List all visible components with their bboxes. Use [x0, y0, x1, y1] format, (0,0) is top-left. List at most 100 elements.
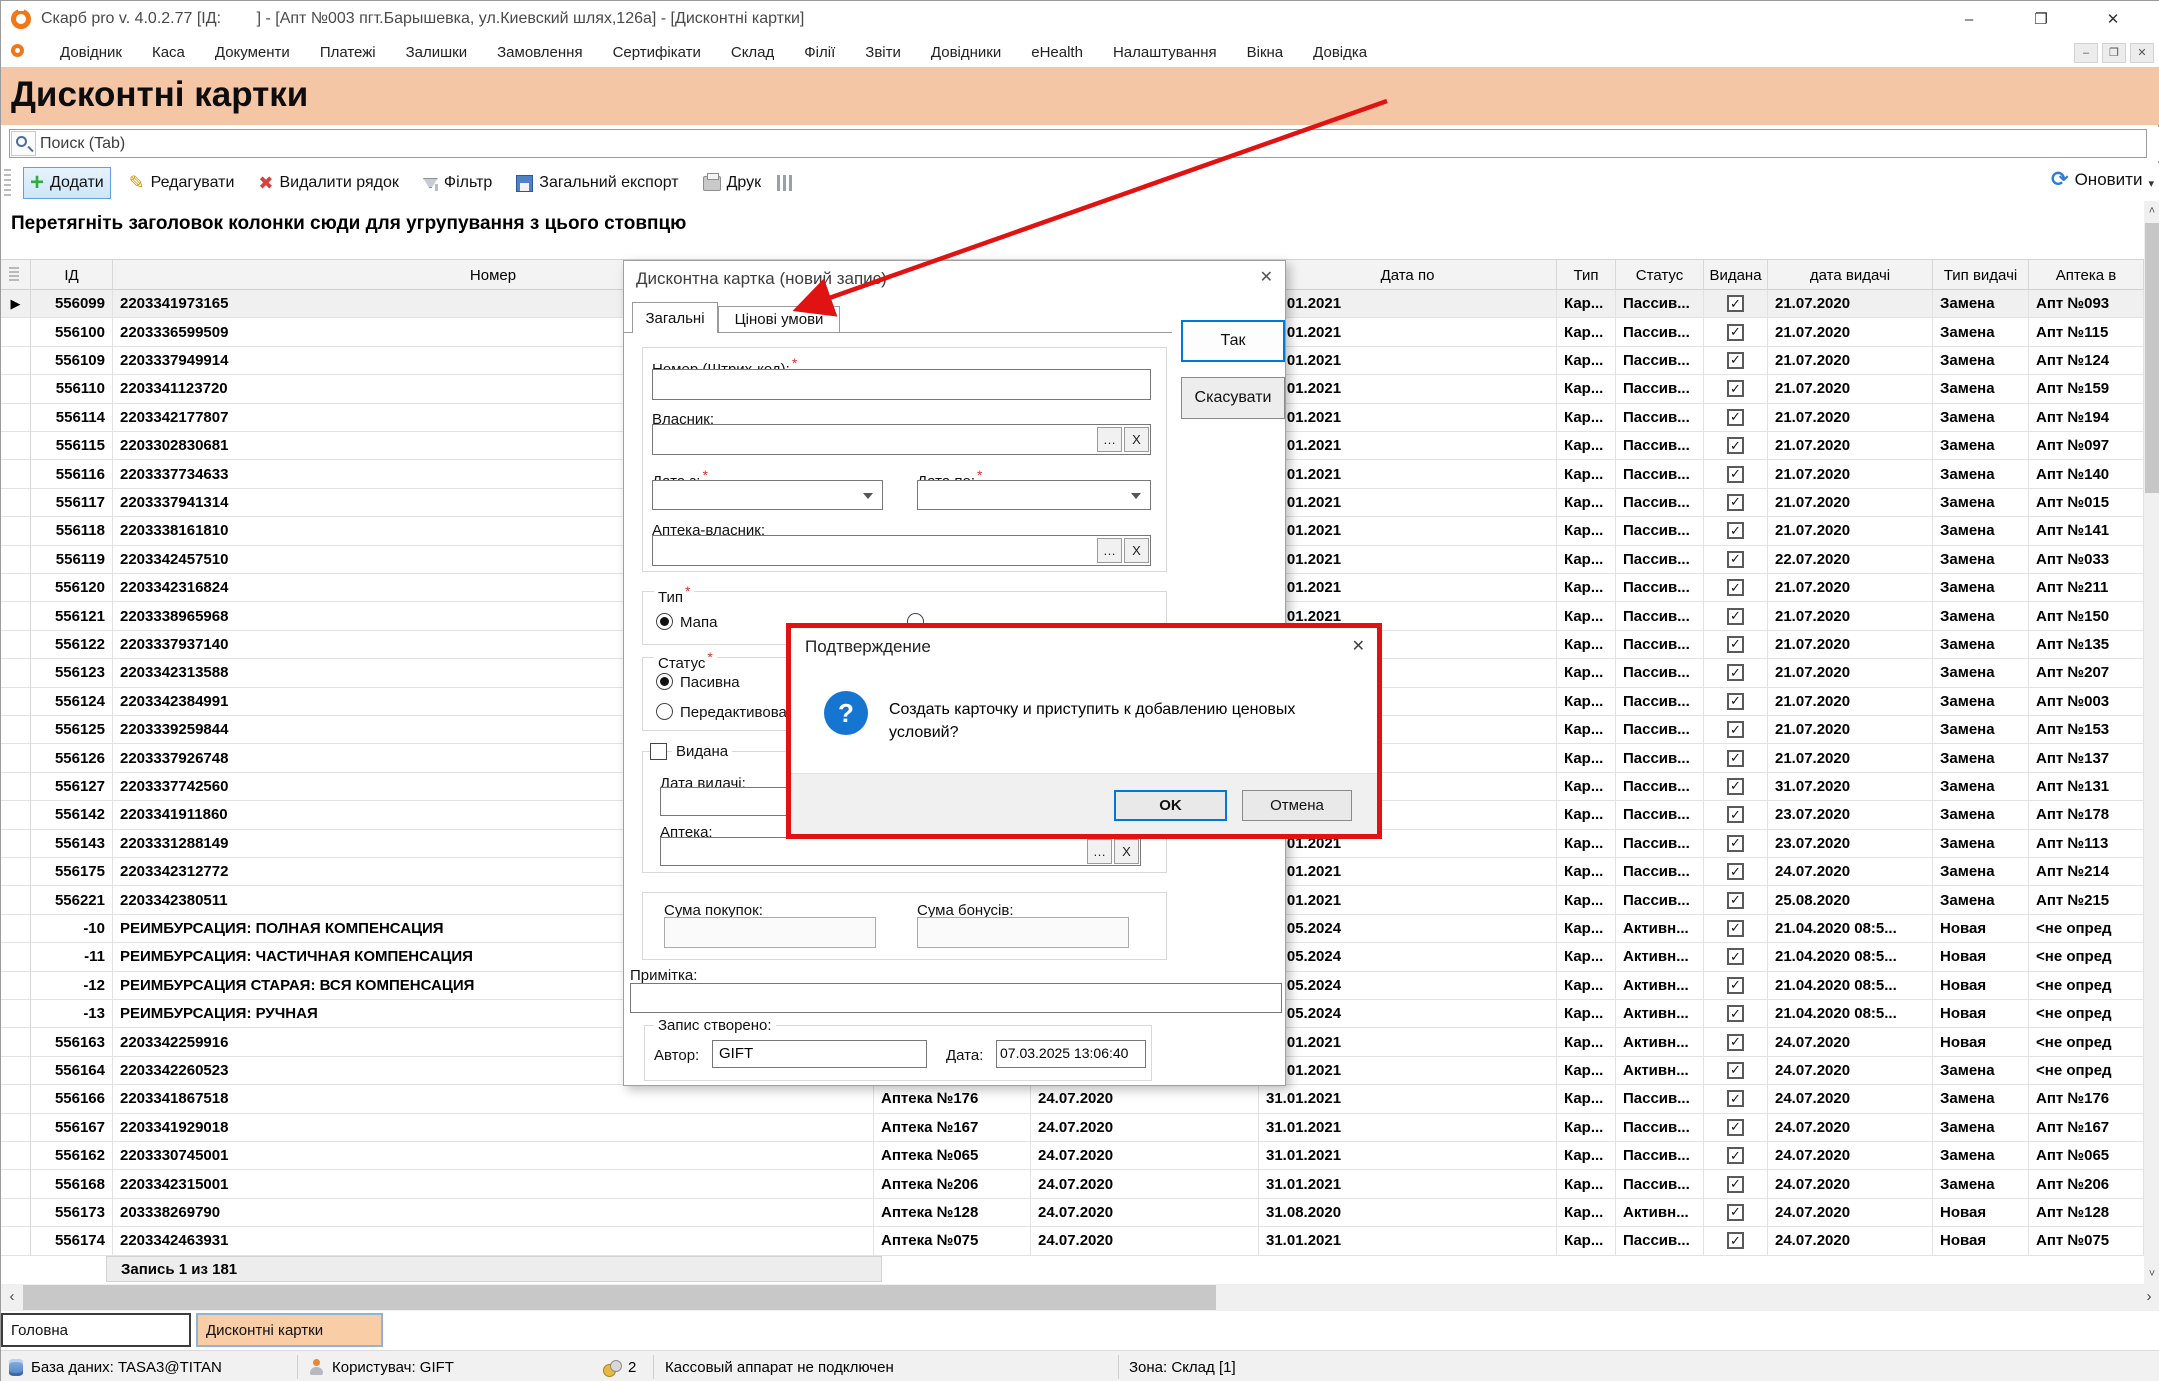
issued-checkbox[interactable]: ✓: [1727, 977, 1744, 994]
created-date-input[interactable]: 07.03.2025 13:06:40: [996, 1040, 1146, 1068]
owner-input[interactable]: [652, 424, 1151, 455]
horizontal-scroll-thumb[interactable]: [23, 1285, 1216, 1310]
pharmacy-clear-button[interactable]: X: [1114, 839, 1139, 864]
issued-checkbox[interactable]: ✓: [1727, 778, 1744, 795]
menu-item-Каса[interactable]: Каса: [137, 39, 200, 67]
type-map-radio[interactable]: [656, 613, 673, 630]
pharmacy-owner-lookup-button[interactable]: …: [1097, 538, 1122, 563]
issued-checkbox[interactable]: ✓: [1727, 806, 1744, 823]
scroll-left-icon[interactable]: ‹: [1, 1284, 23, 1311]
cancel-button[interactable]: Скасувати: [1181, 377, 1285, 419]
confirm-cancel-button[interactable]: Отмена: [1242, 790, 1352, 821]
horizontal-scrollbar[interactable]: ‹ ›: [1, 1284, 2159, 1311]
menu-item-Звіти[interactable]: Звіти: [850, 39, 916, 67]
mdi-close-button[interactable]: ✕: [2130, 43, 2154, 63]
tab-home[interactable]: Головна: [1, 1313, 191, 1347]
column-header-id[interactable]: ІД: [31, 260, 113, 290]
issued-checkbox[interactable]: ✓: [1727, 380, 1744, 397]
menu-item-Залишки[interactable]: Залишки: [391, 39, 483, 67]
column-header-issue_pharmacy[interactable]: Аптека в: [2029, 260, 2144, 290]
issued-checkbox[interactable]: ✓: [1727, 1176, 1744, 1193]
issued-checkbox[interactable]: ✓: [1727, 1147, 1744, 1164]
issued-checkbox[interactable]: ✓: [1727, 1204, 1744, 1221]
issued-checkbox[interactable]: ✓: [1727, 1090, 1744, 1107]
ok-button[interactable]: OK: [1114, 790, 1227, 821]
table-row[interactable]: 5561622203330745001Аптека №06524.07.2020…: [1, 1142, 2144, 1170]
issued-checkbox[interactable]: ✓: [1727, 409, 1744, 426]
issued-checkbox[interactable]: ✓: [1727, 324, 1744, 341]
print-button[interactable]: Друк: [697, 167, 768, 199]
column-header-type[interactable]: Тип: [1557, 260, 1616, 290]
issued-checkbox[interactable]: ✓: [1727, 920, 1744, 937]
mdi-restore-button[interactable]: ❐: [2102, 43, 2126, 63]
issued-checkbox[interactable]: ✓: [1727, 1119, 1744, 1136]
delete-row-button[interactable]: ✖ Видалити рядок: [252, 167, 405, 199]
issued-checkbox[interactable]: ✓: [1727, 579, 1744, 596]
owner-lookup-button[interactable]: …: [1097, 427, 1122, 452]
export-button[interactable]: Загальний експорт: [510, 167, 684, 199]
mdi-minimize-button[interactable]: –: [2074, 43, 2098, 63]
table-row[interactable]: 5561682203342315001Аптека №20624.07.2020…: [1, 1170, 2144, 1198]
scroll-down-icon[interactable]: ˅: [2144, 1264, 2159, 1284]
issued-checkbox[interactable]: ✓: [1727, 664, 1744, 681]
issued-checkbox[interactable]: ✓: [1727, 1062, 1744, 1079]
column-header-issue_type[interactable]: Тип видачі: [1933, 260, 2029, 290]
column-header-issue_date[interactable]: дата видачі: [1768, 260, 1933, 290]
tab-general[interactable]: Загальні: [632, 302, 718, 333]
author-input[interactable]: GIFT: [712, 1040, 927, 1068]
toolbar-grip-handle[interactable]: [4, 169, 11, 197]
menu-item-Документи[interactable]: Документи: [200, 39, 305, 67]
menu-item-Замовлення[interactable]: Замовлення: [482, 39, 597, 67]
note-input[interactable]: [630, 983, 1282, 1013]
window-maximize-button[interactable]: ❐: [2010, 1, 2072, 39]
menu-item-Філії[interactable]: Філії: [789, 39, 850, 67]
pharmacy-owner-input[interactable]: [652, 535, 1151, 566]
edit-button[interactable]: ✎ Редагувати: [123, 167, 241, 199]
window-minimize-button[interactable]: –: [1938, 1, 2000, 39]
issued-checkbox[interactable]: ✓: [1727, 608, 1744, 625]
status-passive-radio[interactable]: [656, 673, 673, 690]
issued-checkbox[interactable]: ✓: [1727, 1232, 1744, 1249]
refresh-dropdown-icon[interactable]: ▾: [2148, 177, 2154, 190]
issued-checkbox[interactable]: ✓: [1727, 466, 1744, 483]
filter-button[interactable]: Фільтр: [417, 167, 498, 199]
menu-item-Довідник[interactable]: Довідник: [45, 39, 137, 67]
refresh-button[interactable]: Оновити: [2075, 170, 2143, 190]
issued-checkbox[interactable]: ✓: [1727, 295, 1744, 312]
table-row[interactable]: 556173203338269790Аптека №12824.07.20203…: [1, 1199, 2144, 1227]
column-header-date_to[interactable]: Дата по: [1259, 260, 1557, 290]
search-icon-box[interactable]: [11, 131, 36, 156]
issued-checkbox[interactable]: ✓: [1727, 437, 1744, 454]
pharmacy-owner-clear-button[interactable]: X: [1124, 538, 1149, 563]
owner-clear-button[interactable]: X: [1124, 427, 1149, 452]
issued-checkbox[interactable]: ✓: [1727, 636, 1744, 653]
menu-item-Довідка[interactable]: Довідка: [1298, 39, 1382, 67]
column-header-status[interactable]: Статус: [1616, 260, 1704, 290]
issued-checkbox[interactable]: ✓: [1727, 1034, 1744, 1051]
search-input[interactable]: [40, 131, 1240, 156]
date-to-combobox[interactable]: [917, 480, 1151, 510]
issued-checkbox[interactable]: ✓: [1727, 721, 1744, 738]
issued-checkbox[interactable]: ✓: [1727, 750, 1744, 767]
menu-item-Платежі[interactable]: Платежі: [305, 39, 391, 67]
issued-checkbox[interactable]: ✓: [1727, 892, 1744, 909]
pharmacy-input[interactable]: [660, 837, 1141, 866]
issued-checkbox[interactable]: [650, 743, 667, 760]
menu-item-eHealth[interactable]: eHealth: [1016, 39, 1098, 67]
menu-item-Сертифікати[interactable]: Сертифікати: [598, 39, 716, 67]
menu-item-Вікна[interactable]: Вікна: [1232, 39, 1299, 67]
column-chooser-icon[interactable]: [777, 175, 792, 191]
table-row[interactable]: 5561742203342463931Аптека №07524.07.2020…: [1, 1227, 2144, 1255]
issued-checkbox[interactable]: ✓: [1727, 522, 1744, 539]
pharmacy-lookup-button[interactable]: …: [1087, 839, 1112, 864]
menu-item-Склад[interactable]: Склад: [716, 39, 789, 67]
issued-checkbox[interactable]: ✓: [1727, 352, 1744, 369]
issued-checkbox[interactable]: ✓: [1727, 1005, 1744, 1022]
scroll-right-icon[interactable]: ›: [2138, 1284, 2159, 1311]
issued-checkbox[interactable]: ✓: [1727, 948, 1744, 965]
issued-checkbox[interactable]: ✓: [1727, 863, 1744, 880]
vertical-scrollbar[interactable]: ˄ ˅: [2144, 201, 2159, 1284]
menu-item-Довідники[interactable]: Довідники: [916, 39, 1016, 67]
issued-checkbox[interactable]: ✓: [1727, 494, 1744, 511]
tab-discount-cards[interactable]: Дисконтні картки: [196, 1313, 383, 1347]
